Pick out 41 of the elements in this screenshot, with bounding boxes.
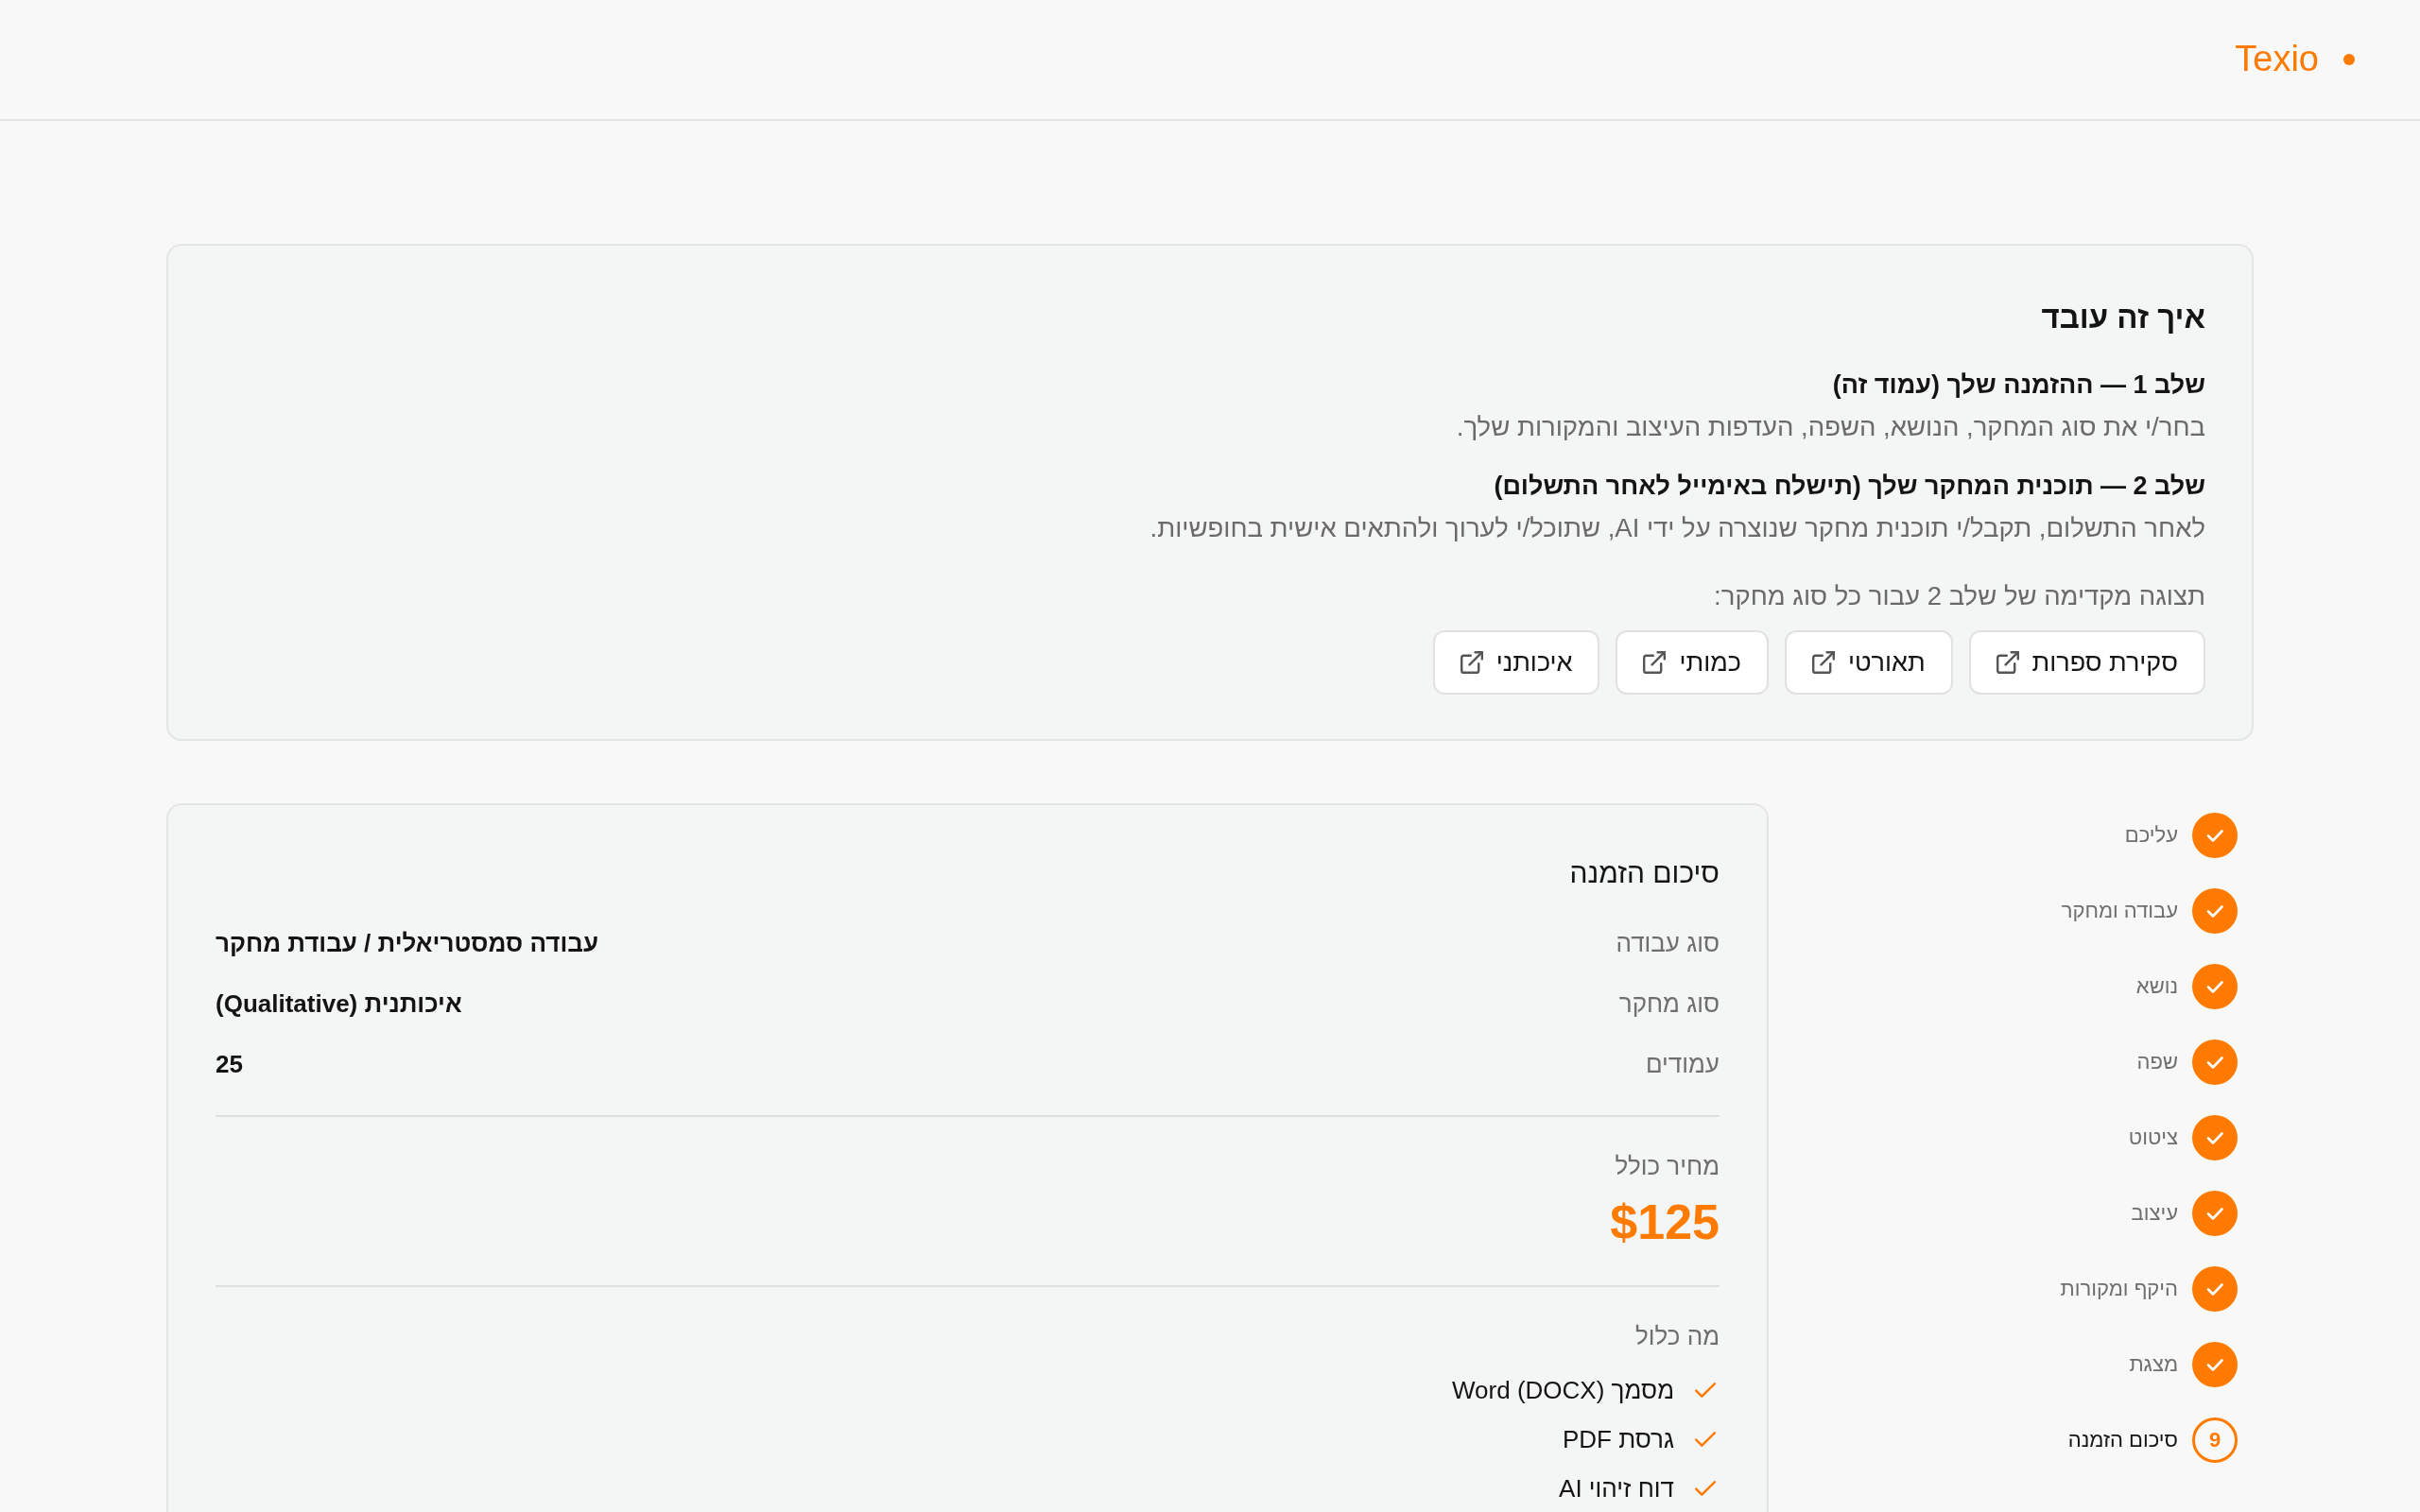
preview-button[interactable]: איכותני [1432,630,1600,695]
summary-label: עמודים [1645,1049,1720,1080]
stepper-step[interactable]: עליכם [2124,813,2238,858]
stepper-step[interactable]: מצגת [2129,1342,2238,1387]
total-price: $125 [1609,1194,1720,1251]
stepper-step[interactable]: שפה [2136,1040,2238,1085]
external-link-icon [1643,651,1667,674]
stepper-step[interactable]: עבודה ומחקר [2061,888,2238,934]
stepper-step[interactable]: ציטוט [2128,1115,2238,1160]
check-icon [1695,1432,1716,1447]
section-title: איך זה עובד [2041,299,2205,336]
included-item: גרסת PDF [1562,1424,1674,1455]
total-label: מחיר כולל [1614,1151,1720,1182]
external-link-icon [1996,651,2019,674]
preview-button[interactable]: תאורטי [1784,630,1953,695]
step-number: 9 [2192,1418,2238,1463]
step-heading: שלב 2 — תוכנית המחקר שלך (תישלח באימייל לאחר התשלום) [1494,471,2205,502]
stepper-step[interactable]: נושא [2135,964,2238,1009]
check-icon [1695,1383,1716,1398]
preview-label: תצוגה מקדימה של שלב 2 עבור כל סוג מחקר: [1714,580,2205,612]
summary-value: 25 [216,1049,243,1080]
summary-value: איכותנית (Qualitative) [216,988,462,1020]
step-description: לאחר התשלום, תקבל/י תוכנית מחקר שנוצרה על ידי AI, שתוכל/י לערוך ולהתאים אישית בחופשיות. [1150,512,2205,544]
external-link-icon [1811,651,1835,674]
stepper-step[interactable]: עיצוב [2131,1191,2238,1236]
summary-label: סוג מחקר [1618,988,1720,1020]
summary-title: סיכום הזמנה [1568,856,1720,890]
stepper-step[interactable]: היקף ומקורות [2060,1266,2238,1312]
step-description: בחר/י את סוג המחקר, הנושא, השפה, העדפות העיצוב והמקורות שלך. [1456,411,2205,443]
dot-icon [2343,54,2355,65]
step-heading: שלב 1 — ההזמנה שלך (עמוד זה) [1832,369,2205,401]
external-link-icon [1460,651,1483,674]
included-label: מה כלול [1634,1321,1720,1352]
preview-button[interactable]: סקירת ספרות [1968,630,2205,695]
check-icon [1695,1481,1716,1496]
included-item: דוח זיהוי AI [1559,1473,1674,1504]
summary-value: עבודה סמסטריאלית / עבודת מחקר [216,928,598,959]
preview-button[interactable]: כמותי [1616,630,1769,695]
included-item: מסמך Word (DOCX) [1452,1375,1674,1406]
logo[interactable]: Texio [2235,38,2319,81]
summary-label: סוג עבודה [1616,928,1720,959]
